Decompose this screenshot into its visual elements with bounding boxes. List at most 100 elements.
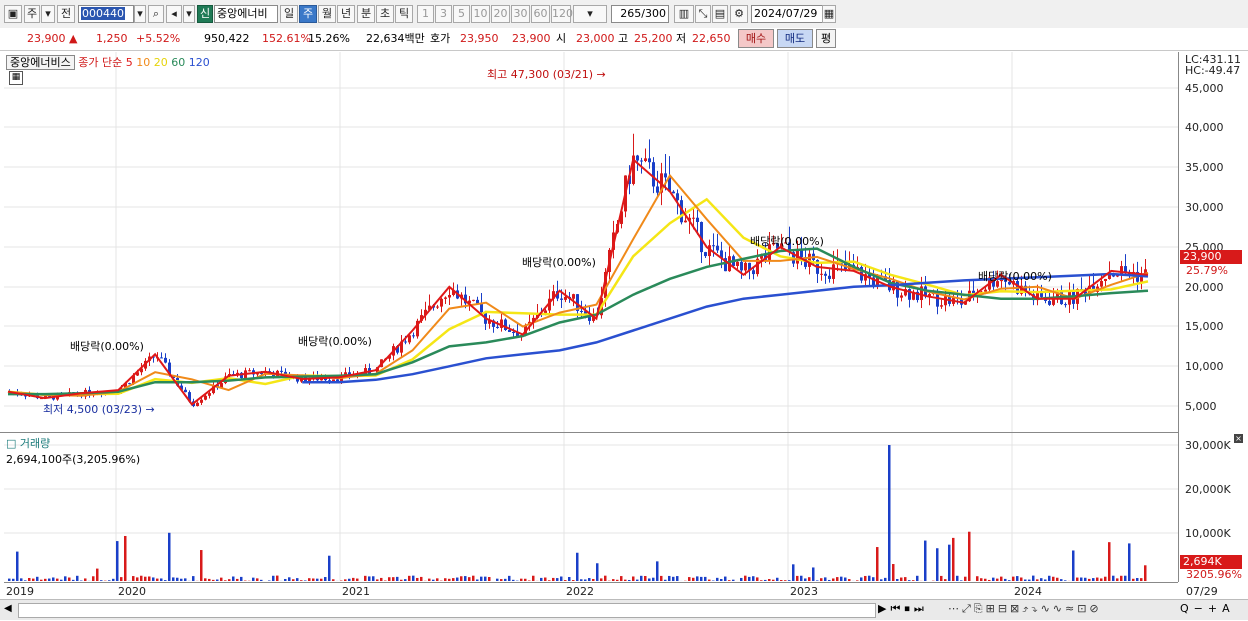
window-menu-icon[interactable]: ▣	[4, 5, 22, 23]
candle-body	[648, 158, 651, 163]
stock-name-field[interactable]: 중앙에너비	[214, 5, 278, 23]
volume-bar	[268, 580, 271, 581]
volume-bar	[476, 579, 479, 581]
current-price-tag: 23,900	[1180, 250, 1242, 264]
step-60[interactable]: 60	[531, 5, 550, 23]
annotation-low: 최저 4,500 (03/23) →	[43, 403, 155, 416]
step-20[interactable]: 20	[491, 5, 510, 23]
volume-bar	[452, 578, 455, 581]
legend-ma120[interactable]: 120	[189, 56, 210, 69]
tab-day[interactable]: 일	[280, 5, 298, 23]
volume-bar	[848, 579, 851, 581]
speaker-icon[interactable]: ◂	[166, 5, 182, 23]
volume-bar	[512, 579, 515, 581]
search-icon[interactable]: ⌕	[148, 5, 164, 23]
volume-bar	[588, 578, 591, 581]
grid	[4, 52, 1178, 432]
step-dropdown[interactable]: ▾	[573, 5, 607, 23]
step-30[interactable]: 30	[511, 5, 530, 23]
volume-bar	[192, 576, 195, 581]
price-axis[interactable]: LC:431.11 HC:-49.47 45,000 40,000 35,000…	[1178, 52, 1245, 582]
candle-body	[512, 332, 515, 334]
scrollbar[interactable]: ◀ ▶⏮⏹⏭ ⋯⤢⎘⊞⊟⊠⤴⤵∿∿≈⊡⊘ Q−+A	[0, 599, 1248, 620]
volume-bar	[824, 577, 827, 581]
volume-bar	[208, 578, 211, 581]
step-120[interactable]: 120	[551, 5, 573, 23]
volume-bar	[176, 577, 179, 581]
volume-title[interactable]: □ 거래량	[6, 435, 140, 451]
prev-button[interactable]: 전	[57, 5, 75, 23]
volume-bar	[1064, 580, 1067, 581]
scroll-left-icon[interactable]: ◀	[4, 603, 12, 614]
volume-bar	[120, 577, 123, 581]
volume-bar	[652, 577, 655, 581]
volume-bar	[836, 577, 839, 581]
count-field[interactable]: 265/300	[611, 5, 669, 23]
volume-bar	[328, 555, 331, 581]
pane-divider[interactable]	[0, 432, 1178, 433]
save-icon[interactable]: ▤	[712, 5, 728, 23]
step-1[interactable]: 1	[417, 5, 434, 23]
volume-bar	[1000, 576, 1003, 581]
chevron-down-icon[interactable]: ▾	[41, 5, 55, 23]
volume-bar	[228, 579, 231, 581]
volume-bar	[860, 577, 863, 581]
chevron-down-icon[interactable]: ▾	[183, 5, 195, 23]
volume-bar	[1124, 575, 1127, 581]
legend-ma20[interactable]: 20	[154, 56, 168, 69]
legend-ma10[interactable]: 10	[136, 56, 150, 69]
tab-minute[interactable]: 분	[357, 5, 375, 23]
tab-month[interactable]: 월	[318, 5, 336, 23]
x-label-2021: 2021	[342, 585, 370, 598]
volume-bars	[8, 445, 1147, 581]
legend-ma60[interactable]: 60	[171, 56, 185, 69]
volume-bar	[412, 575, 415, 581]
step-3[interactable]: 3	[435, 5, 452, 23]
candle-icon[interactable]: ▥	[674, 5, 694, 23]
tab-year[interactable]: 년	[337, 5, 355, 23]
volume-bar	[568, 577, 571, 581]
price-chart[interactable]	[4, 52, 1178, 432]
zoom-controls[interactable]: Q−+A	[1180, 602, 1235, 615]
volume-bar	[164, 580, 167, 581]
volume-bar	[40, 579, 43, 581]
period-type-selector[interactable]: 주	[24, 5, 40, 23]
draw-tool-icon[interactable]: ⤡	[695, 5, 711, 23]
volume-chart[interactable]	[4, 433, 1178, 581]
volume-bar	[956, 575, 959, 581]
open-price: 23,000	[576, 32, 615, 45]
volume-bar	[596, 563, 599, 581]
candle-body	[436, 306, 439, 308]
candle-body	[164, 357, 167, 363]
step-10[interactable]: 10	[471, 5, 490, 23]
volume-bar	[1100, 578, 1103, 581]
legend-ma5[interactable]: 5	[126, 56, 133, 69]
date-input[interactable]: 2024/07/29	[751, 5, 823, 23]
volume-bar	[808, 577, 811, 581]
volume-bar	[604, 575, 607, 581]
volume-bar	[1144, 565, 1147, 581]
calendar-icon[interactable]: ▦	[822, 5, 836, 23]
sell-button[interactable]: 매도	[777, 29, 813, 48]
tab-second[interactable]: 초	[376, 5, 394, 23]
volume-bar	[48, 578, 51, 581]
volume-bar	[556, 578, 559, 581]
stock-code-input[interactable]: 000440	[78, 5, 134, 23]
time-axis[interactable]: 2019 2020 2021 2022 2023 2024	[4, 582, 1178, 599]
volume-bar	[140, 575, 143, 581]
drawing-tools-icon[interactable]: ⋯⤢⎘⊞⊟⊠⤴⤵∿∿≈⊡⊘	[948, 602, 1102, 616]
eval-button[interactable]: 평	[816, 29, 836, 48]
buy-button[interactable]: 매수	[738, 29, 774, 48]
tab-tick[interactable]: 틱	[395, 5, 413, 23]
volume-bar	[224, 580, 227, 581]
tab-week[interactable]: 주	[299, 5, 317, 23]
step-5[interactable]: 5	[453, 5, 470, 23]
volume-bar	[364, 575, 367, 581]
nav-controls[interactable]: ▶⏮⏹⏭	[878, 602, 928, 616]
code-dropdown-icon[interactable]: ▾	[134, 5, 146, 23]
table-view-icon[interactable]: ▦	[9, 71, 23, 85]
legend-stock-name[interactable]: 중앙에너비스	[6, 55, 75, 70]
scroll-track[interactable]	[18, 603, 876, 618]
volume-bar	[892, 564, 895, 581]
gear-icon[interactable]: ⚙	[730, 5, 748, 23]
